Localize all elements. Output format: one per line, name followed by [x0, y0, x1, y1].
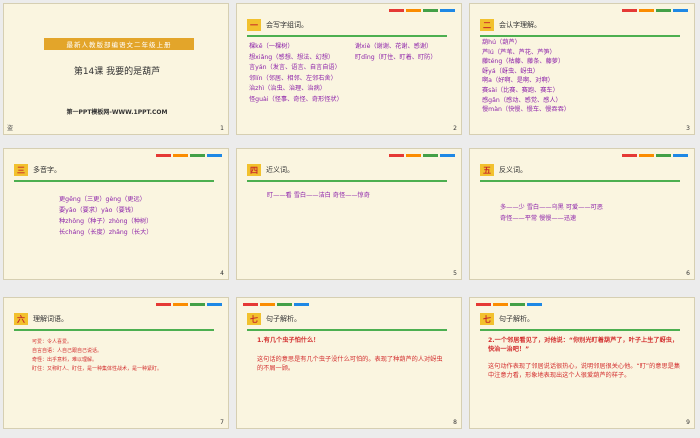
- analysis-text: 这句动作表现了邻居说话很热心，说明邻居很关心他。“盯”的意思是集中注意力看，形象…: [488, 363, 681, 379]
- vocab-item: 盯dīng（盯住、盯着、盯防）: [355, 53, 437, 61]
- decor-stripe: [243, 303, 309, 306]
- synonym-item: 盯——看 雪白——洁白 奇怪——惊奇: [267, 192, 370, 199]
- slide-number: 3: [686, 125, 690, 132]
- definition-item: 奇怪：出乎意料，难以理解。: [32, 357, 98, 363]
- decor-stripe: [476, 303, 542, 306]
- slide-number: 1: [220, 125, 224, 132]
- section-badge: 六: [14, 313, 28, 325]
- slide1-lesson-title: 第14课 我要的是葫芦: [73, 67, 161, 77]
- section-title: 句子解析。: [499, 315, 534, 323]
- polyphone-item: 种zhǒng（种子）zhòng（种树）: [59, 218, 153, 225]
- vocab-item: 治zhì（治虫、治理、治病）: [249, 85, 326, 92]
- slide-thumbnail-5[interactable]: 四近义词。 盯——看 雪白——洁白 奇怪——惊奇 5: [236, 148, 462, 280]
- slide-thumbnail-6[interactable]: 五反义词。 多——少 雪白——乌黑 可爱——可恶 奇怪——平常 慢慢——迅速 6: [469, 148, 695, 280]
- section-badge: 五: [480, 164, 494, 176]
- section-badge: 一: [247, 19, 261, 31]
- vocab-item: 蚜yá（蚜虫、蚜虫）: [482, 67, 539, 75]
- slide1-banner: 最新人教版部编语文二年级上册: [66, 41, 172, 49]
- vocab-item: 藤téng（枯藤、藤条、藤萝）: [482, 58, 565, 66]
- slide-thumbnail-3[interactable]: 二会认字理解。 葫hú（葫芦） 芦lú（芦苇、芦花、芦笋） 藤téng（枯藤、藤…: [469, 3, 695, 135]
- decor-stripe: [156, 303, 222, 306]
- section-title: 反义词。: [499, 166, 527, 174]
- decor-stripe: [622, 154, 688, 157]
- slide1-site: 第一PPT模板网-WWW.1PPT.COM: [66, 109, 168, 116]
- slide-thumbnail-8[interactable]: 七句子解析。 1.有几个虫子怕什么！ 这句话的意思是有几个虫子没什么可怕的。表现…: [236, 297, 462, 429]
- sentence-item: 2.一个邻居看见了，对他说：“你别光盯着葫芦了，叶子上生了蚜虫，快治一治吧！”: [488, 337, 679, 353]
- definition-item: 可爱：令人喜爱。: [32, 339, 73, 345]
- vocab-item: 芦lú（芦苇、芦花、芦笋）: [482, 48, 556, 56]
- vocab-item: 慢màn（快慢、慢车、慢吞吞）: [482, 106, 570, 114]
- analysis-text: 这句话的意思是有几个虫子没什么可怕的。表现了种葫芦的人对蚜虫的不屑一顾。: [257, 355, 443, 372]
- vocab-item: 啊a（好啊、是啊、对啊）: [482, 77, 554, 85]
- section-badge: 七: [480, 313, 494, 325]
- slide-number: 2: [453, 125, 457, 132]
- slide-thumbnail-4[interactable]: 三多音字。 更gēng（三更）gèng（更远） 要yāo（要求）yào（要钱） …: [3, 148, 229, 280]
- antonym-item: 奇怪——平常 慢慢——迅速: [500, 214, 577, 222]
- slide-number: 6: [686, 270, 690, 277]
- section-title: 多音字。: [33, 166, 61, 174]
- decor-stripe: [156, 154, 222, 157]
- section-title: 会写字组词。: [266, 21, 308, 29]
- vocab-item: 感gǎn（感动、感觉、感人）: [482, 96, 562, 104]
- slide-number: 8: [453, 419, 457, 426]
- decor-stripe: [622, 9, 688, 12]
- vocab-item: 谢xiè（谢谢、花谢、感谢）: [355, 43, 433, 50]
- vocab-item: 想xiǎng（感想、想法、幻想）: [249, 53, 335, 61]
- section-title: 会认字理解。: [499, 21, 541, 29]
- vocab-item: 葫hú（葫芦）: [482, 39, 521, 46]
- section-title: 近义词。: [266, 166, 294, 174]
- polyphone-item: 长cháng（长度）zhǎng（长大）: [59, 229, 153, 236]
- polyphone-item: 要yāo（要求）yào（要钱）: [59, 207, 138, 214]
- slide-thumbnail-1[interactable]: 最新人教版部编语文二年级上册 第14课 我要的是葫芦 第一PPT模板网-WWW.…: [3, 3, 229, 135]
- section-title: 句子解析。: [266, 315, 301, 323]
- slide-thumbnail-2[interactable]: 一会写字组词。 棵kē（一棵树） 想xiǎng（感想、想法、幻想） 言yán（发…: [236, 3, 462, 135]
- vocab-item: 怪guài（怪事、奇怪、奇形怪状）: [249, 95, 343, 103]
- definition-item: 自言自语：人自己跟自己说话。: [32, 348, 103, 354]
- decor-stripe: [389, 9, 455, 12]
- slide-number: 5: [453, 270, 457, 277]
- sentence-item: 1.有几个虫子怕什么！: [257, 337, 320, 344]
- slide-number: 9: [686, 419, 690, 426]
- vocab-item: 赛sài（比赛、赛跑、赛车）: [482, 86, 559, 94]
- vocab-item: 邻lín（邻居、相邻、左邻右舍）: [249, 74, 337, 82]
- slide-sorter-grid: 最新人教版部编语文二年级上册 第14课 我要的是葫芦 第一PPT模板网-WWW.…: [0, 0, 700, 438]
- slide-number: 4: [220, 270, 224, 277]
- section-badge: 二: [480, 19, 494, 31]
- polyphone-item: 更gēng（三更）gèng（更远）: [59, 196, 146, 203]
- antonym-item: 多——少 雪白——乌黑 可爱——可恶: [500, 204, 603, 211]
- section-badge: 三: [14, 164, 28, 176]
- section-badge: 七: [247, 313, 261, 325]
- section-badge: 四: [247, 164, 261, 176]
- vocab-item: 棵kē（一棵树）: [249, 43, 294, 50]
- slide-number: 7: [220, 419, 224, 426]
- decor-stripe: [389, 154, 455, 157]
- vocab-item: 言yán（发言、语言、自言自语）: [249, 64, 341, 71]
- slide-tag: 盗: [7, 125, 14, 132]
- definition-item: 盯住：又称盯人、盯住，是一种集体性战术，是一种紧盯。: [32, 366, 163, 372]
- slide-thumbnail-9[interactable]: 七句子解析。 2.一个邻居看见了，对他说：“你别光盯着葫芦了，叶子上生了蚜虫，快…: [469, 297, 695, 429]
- section-title: 理解词语。: [33, 315, 68, 323]
- slide-thumbnail-7[interactable]: 六理解词语。 可爱：令人喜爱。 自言自语：人自己跟自己说话。 奇怪：出乎意料，难…: [3, 297, 229, 429]
